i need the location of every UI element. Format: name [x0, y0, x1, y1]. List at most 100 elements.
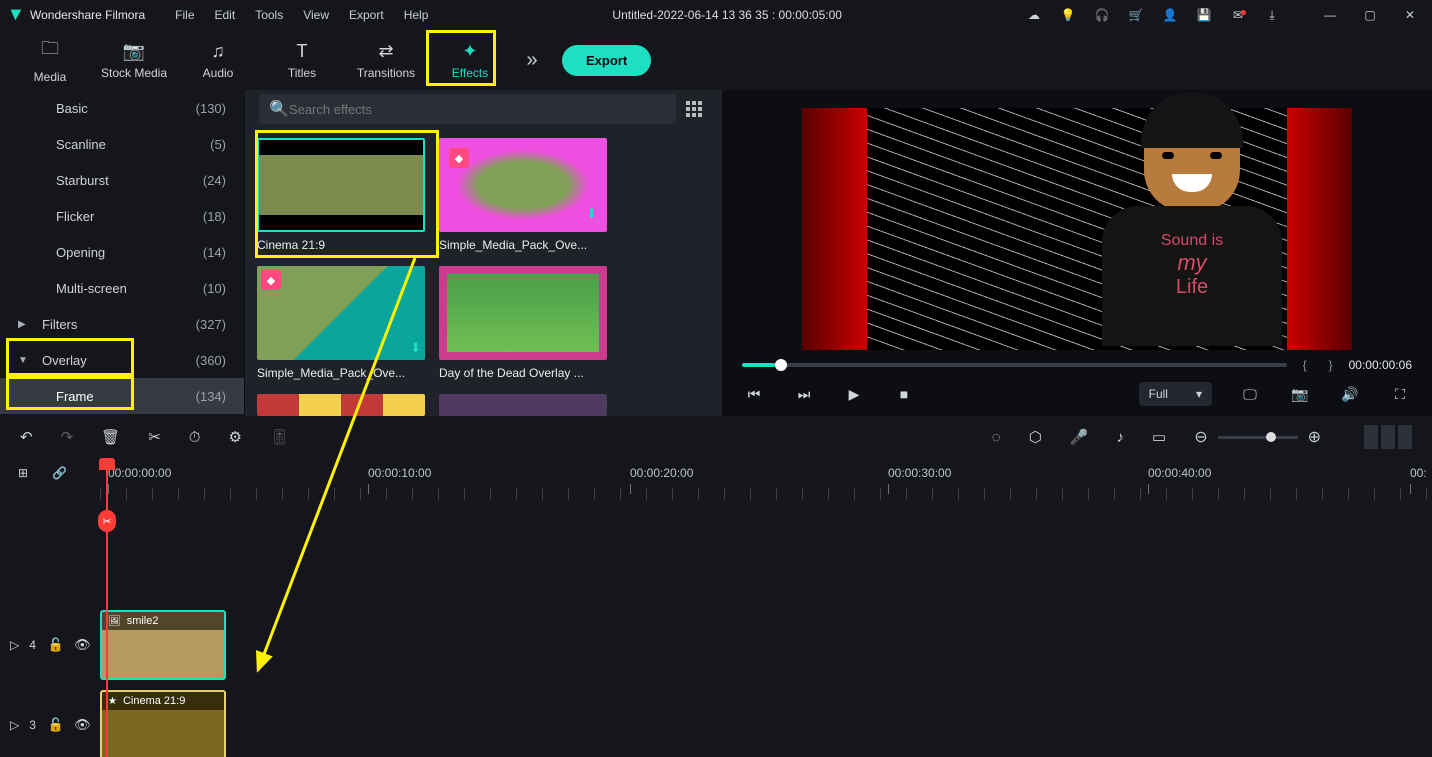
sidebar-item-opening[interactable]: Opening(14): [0, 234, 244, 270]
visibility-icon[interactable]: 👁: [74, 637, 91, 653]
voiceover-icon[interactable]: 🎤: [1070, 428, 1089, 446]
tab-effects[interactable]: ✦Effects: [428, 32, 512, 88]
maximize-button[interactable]: ▢: [1356, 5, 1384, 25]
tab-media[interactable]: 🗀Media: [8, 32, 92, 88]
menu-help[interactable]: Help: [404, 8, 429, 22]
effect-card[interactable]: ◆⬇Simple_Media_Pack_Ove...: [257, 266, 425, 380]
sidebar-item-basic[interactable]: Basic(130): [0, 90, 244, 126]
add-media-icon[interactable]: ⊞: [18, 466, 28, 480]
resolution-select[interactable]: Full▾: [1139, 382, 1212, 406]
transition-icon: ⇄: [378, 41, 393, 62]
sidebar-item-multi-screen[interactable]: Multi-screen(10): [0, 270, 244, 306]
sidebar-item-starburst[interactable]: Starburst(24): [0, 162, 244, 198]
sidebar-item-frame[interactable]: Frame(134): [0, 378, 244, 414]
app-logo-icon: [8, 7, 24, 23]
cart-icon[interactable]: 🛒: [1128, 7, 1144, 23]
app-name: Wondershare Filmora: [30, 8, 145, 22]
voice-icon[interactable]: 🎚: [270, 428, 289, 446]
keyframe-icon[interactable]: ▭: [1152, 428, 1166, 446]
headset-icon[interactable]: 🎧: [1094, 7, 1110, 23]
sidebar-item-flicker[interactable]: Flicker(18): [0, 198, 244, 234]
chevron-down-icon: ▾: [1196, 387, 1202, 401]
redo-icon[interactable]: ↷: [61, 428, 74, 446]
tab-audio[interactable]: ♫Audio: [176, 32, 260, 88]
preview-panel: Sound is my Life { } 00:00:00:06 ⏮ ⏭ ▶ ■…: [722, 90, 1432, 416]
track-type-icon: ▷: [10, 718, 19, 732]
timeline-view-modes[interactable]: [1361, 425, 1412, 449]
image-icon: 🖼: [108, 616, 121, 627]
timeline-clip-effect[interactable]: ★Cinema 21:9: [100, 690, 226, 757]
track-header-4[interactable]: ▷4 🔓 👁: [0, 610, 96, 680]
close-button[interactable]: ✕: [1396, 5, 1424, 25]
download-icon[interactable]: ⤓: [1264, 7, 1280, 23]
volume-icon[interactable]: 🔊: [1338, 386, 1362, 403]
user-icon[interactable]: 👤: [1162, 7, 1178, 23]
menu-view[interactable]: View: [303, 8, 329, 22]
window-controls: ― ▢ ✕: [1316, 5, 1424, 25]
undo-icon[interactable]: ↶: [20, 428, 33, 446]
preview-scrubber[interactable]: [742, 363, 1287, 367]
menu-file[interactable]: File: [175, 8, 194, 22]
speed-icon[interactable]: ⏱: [189, 429, 201, 446]
sidebar-item-scanline[interactable]: Scanline(5): [0, 126, 244, 162]
more-tabs-icon[interactable]: »: [512, 49, 552, 72]
export-button[interactable]: Export: [562, 45, 651, 76]
in-point-brace[interactable]: {: [1303, 358, 1307, 372]
effect-card[interactable]: Cinema 21:9: [257, 138, 425, 252]
lightbulb-icon[interactable]: 💡: [1060, 7, 1076, 23]
screen-icon[interactable]: 🖵: [1238, 386, 1262, 403]
zoom-in-icon[interactable]: ⊕: [1308, 427, 1321, 447]
play-icon[interactable]: ▶: [842, 386, 866, 403]
save-icon[interactable]: 💾: [1196, 7, 1212, 23]
split-handle-icon[interactable]: ✂: [98, 510, 116, 532]
music-note-icon: ♫: [211, 41, 225, 62]
stop-icon[interactable]: ■: [892, 386, 916, 402]
cut-icon[interactable]: ✂: [148, 428, 161, 446]
link-icon[interactable]: 🔗: [52, 466, 67, 480]
grid-view-icon[interactable]: [686, 101, 708, 117]
timeline-clip-video[interactable]: 🖼smile2: [100, 610, 226, 680]
menu-export[interactable]: Export: [349, 8, 384, 22]
time-mark: 00:: [1410, 466, 1427, 480]
time-mark: 00:00:30:00: [888, 466, 951, 480]
track-header-3[interactable]: ▷3 🔓 👁: [0, 690, 96, 757]
sidebar-item-overlay[interactable]: ▼Overlay(360): [0, 342, 244, 378]
snapshot-icon[interactable]: 📷: [1288, 386, 1312, 403]
sidebar-item-filters[interactable]: ▶Filters(327): [0, 306, 244, 342]
time-ruler[interactable]: ⊞ 🔗 00:00:00:0000:00:10:0000:00:20:0000:…: [0, 458, 1432, 504]
cloud-icon[interactable]: ☁: [1026, 7, 1042, 23]
timeline[interactable]: ⊞ 🔗 00:00:00:0000:00:10:0000:00:20:0000:…: [0, 458, 1432, 757]
visibility-icon[interactable]: 👁: [74, 717, 91, 733]
lock-icon[interactable]: 🔓: [48, 637, 64, 653]
category-sidebar: Basic(130)Scanline(5)Starburst(24)Flicke…: [0, 90, 245, 416]
audio-mix-icon[interactable]: ♪: [1117, 429, 1125, 446]
fullscreen-icon[interactable]: ⛶: [1388, 386, 1412, 403]
out-point-brace[interactable]: }: [1329, 358, 1333, 372]
delete-icon[interactable]: 🗑: [101, 428, 120, 446]
effect-card[interactable]: Day of the Dead Overlay ...: [439, 266, 607, 380]
zoom-out-icon[interactable]: ⊖: [1194, 427, 1207, 447]
menu-edit[interactable]: Edit: [215, 8, 236, 22]
marker-add-icon[interactable]: ⬡: [1029, 428, 1042, 446]
search-field[interactable]: 🔍: [259, 94, 676, 124]
effect-card[interactable]: ◆⬇Simple_Media_Pack_Ove...: [439, 138, 607, 252]
search-input[interactable]: [289, 102, 666, 117]
tab-stock-media[interactable]: 📷Stock Media: [92, 32, 176, 88]
render-icon[interactable]: ◌: [992, 429, 1001, 446]
next-frame-icon[interactable]: ⏭: [792, 386, 816, 403]
adjust-icon[interactable]: ⚙: [228, 428, 241, 446]
lock-icon[interactable]: 🔓: [48, 717, 64, 733]
time-mark: 00:00:00:00: [108, 466, 171, 480]
frame-right: [1287, 108, 1352, 350]
minimize-button[interactable]: ―: [1316, 5, 1344, 25]
playhead[interactable]: ✂: [106, 458, 108, 757]
tab-transitions[interactable]: ⇄Transitions: [344, 32, 428, 88]
primary-toolbar: 🗀Media 📷Stock Media ♫Audio TTitles ⇄Tran…: [0, 30, 1432, 90]
zoom-slider[interactable]: [1218, 436, 1298, 439]
tab-titles[interactable]: TTitles: [260, 32, 344, 88]
menu-tools[interactable]: Tools: [255, 8, 283, 22]
message-icon[interactable]: ✉: [1230, 7, 1246, 23]
download-icon: ⬇: [586, 206, 597, 222]
prev-frame-icon[interactable]: ⏮: [742, 386, 766, 403]
zoom-control[interactable]: ⊖ ⊕: [1194, 427, 1321, 447]
